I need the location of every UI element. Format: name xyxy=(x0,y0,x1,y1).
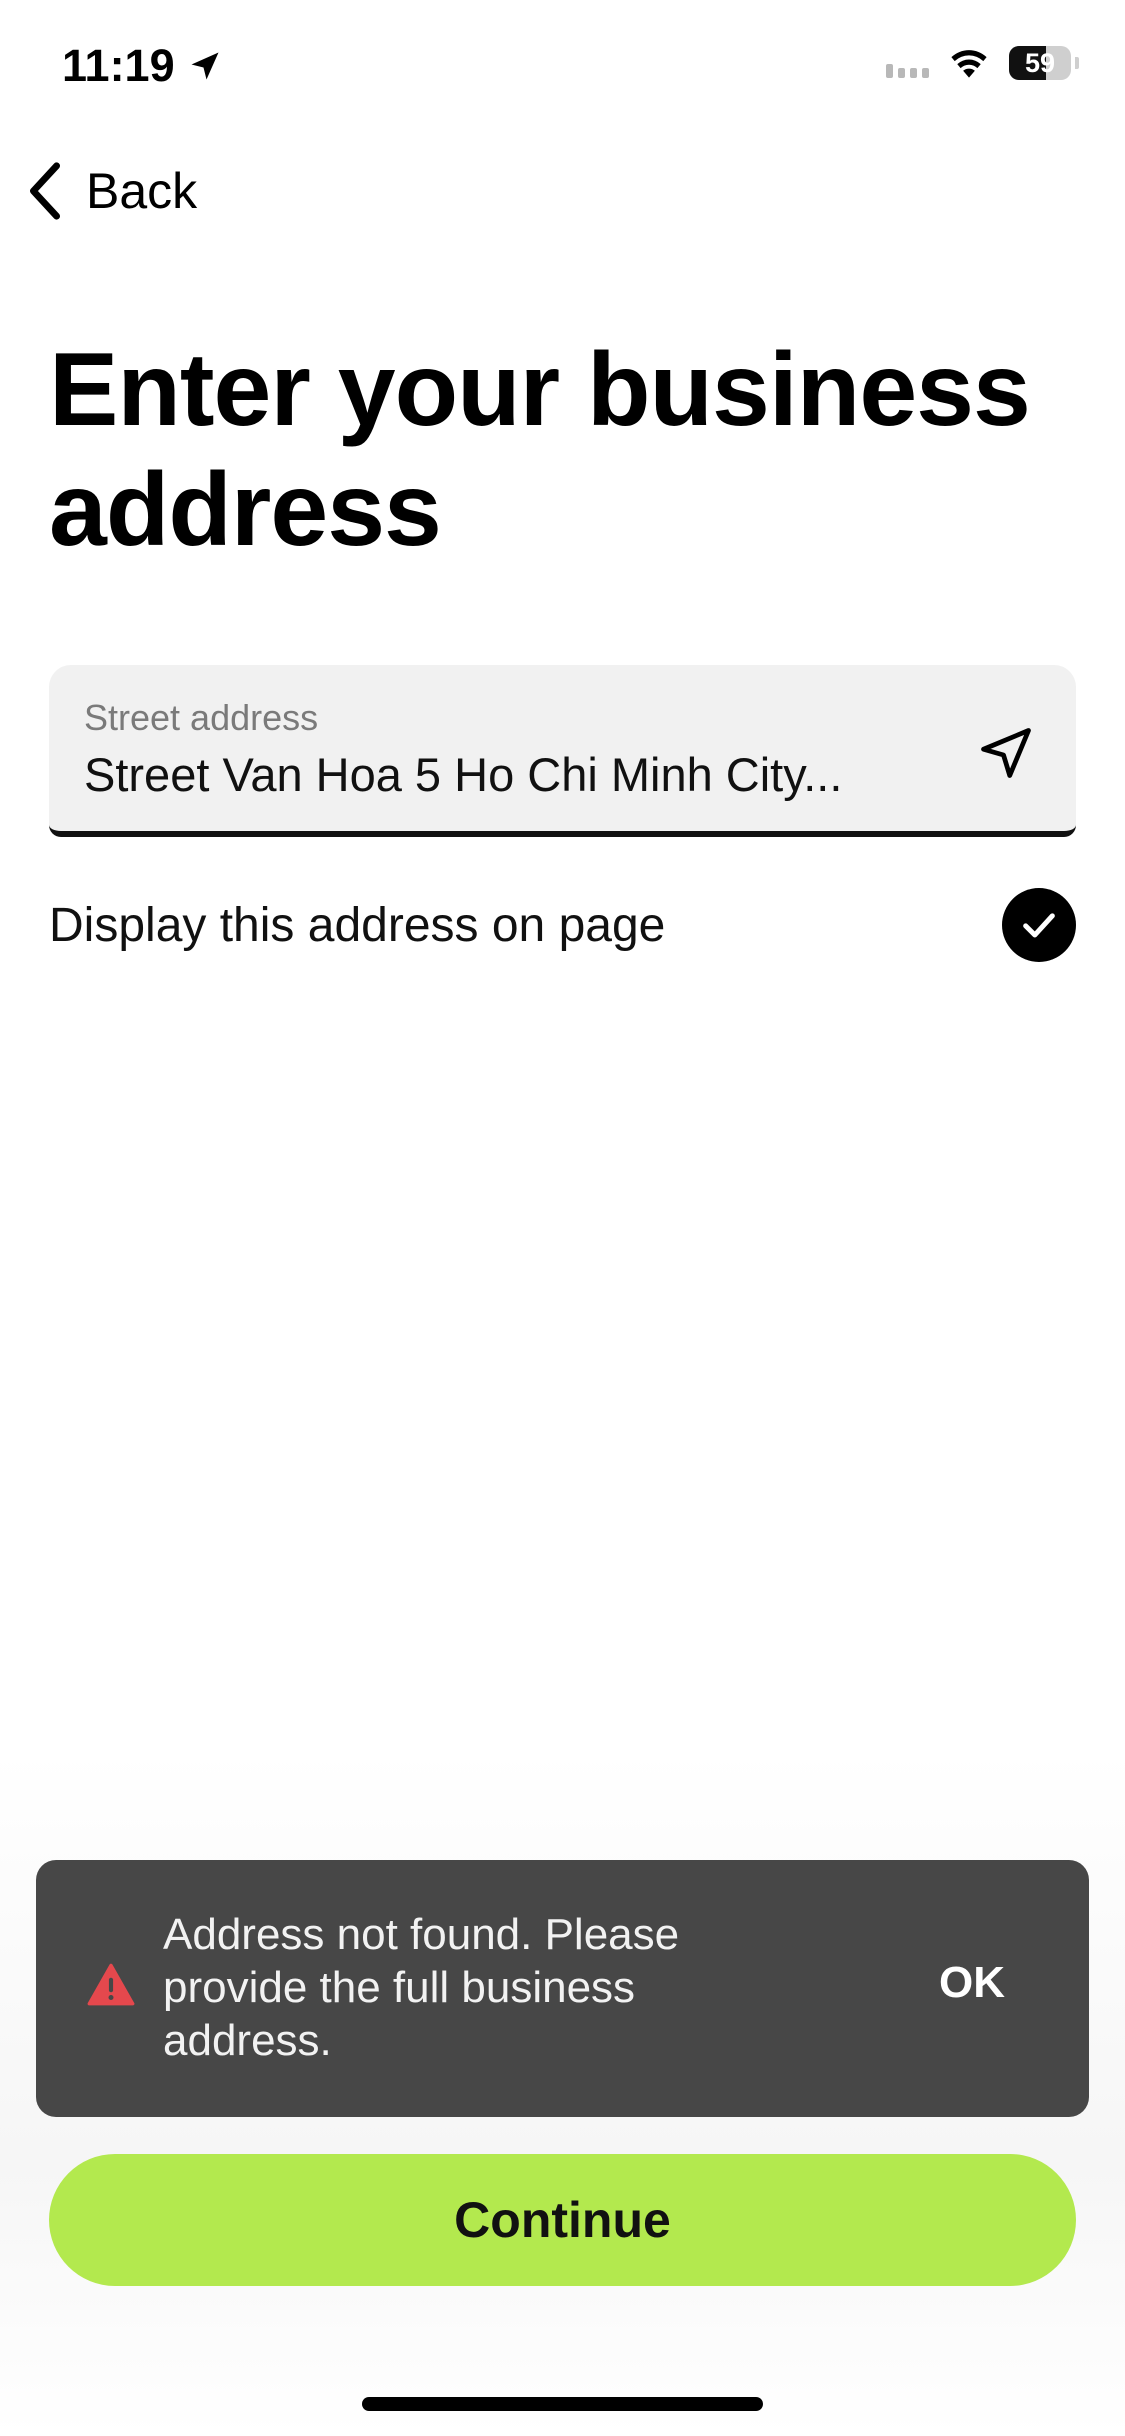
location-arrow-icon xyxy=(191,52,219,80)
navigation-arrow-icon[interactable] xyxy=(976,723,1036,783)
status-time: 11:19 xyxy=(62,40,223,92)
page-title: Enter your business address xyxy=(49,332,1031,568)
cellular-signal-icon xyxy=(886,48,929,78)
warning-icon xyxy=(87,1963,135,2006)
chevron-left-icon xyxy=(29,162,61,220)
street-address-label: Street address xyxy=(84,697,319,738)
continue-button[interactable]: Continue xyxy=(49,2154,1076,2286)
display-address-checkbox[interactable] xyxy=(1002,888,1076,962)
error-toast: Address not found. Please provide the fu… xyxy=(36,1860,1089,2117)
status-time-text: 11:19 xyxy=(62,40,175,91)
display-address-row[interactable]: Display this address on page xyxy=(49,885,1076,965)
back-label: Back xyxy=(86,163,198,219)
toast-ok-button[interactable]: OK xyxy=(939,1958,1005,2008)
status-indicators: 59 xyxy=(886,46,1079,80)
wifi-icon xyxy=(951,50,987,78)
toast-message: Address not found. Please provide the fu… xyxy=(163,1910,680,2065)
battery-icon: 59 xyxy=(1009,46,1071,80)
back-button[interactable]: Back xyxy=(24,160,197,222)
street-address-field[interactable]: Street address Street Van Hoa 5 Ho Chi M… xyxy=(49,665,1076,837)
checkmark-icon xyxy=(1023,913,1055,938)
street-address-input[interactable]: Street Van Hoa 5 Ho Chi Minh City... xyxy=(84,747,944,802)
screen: 11:19 59 Back Enter your business addres… xyxy=(0,0,1125,2436)
home-indicator xyxy=(362,2397,763,2411)
battery-level: 59 xyxy=(1024,48,1056,78)
display-address-label: Display this address on page xyxy=(49,898,666,952)
